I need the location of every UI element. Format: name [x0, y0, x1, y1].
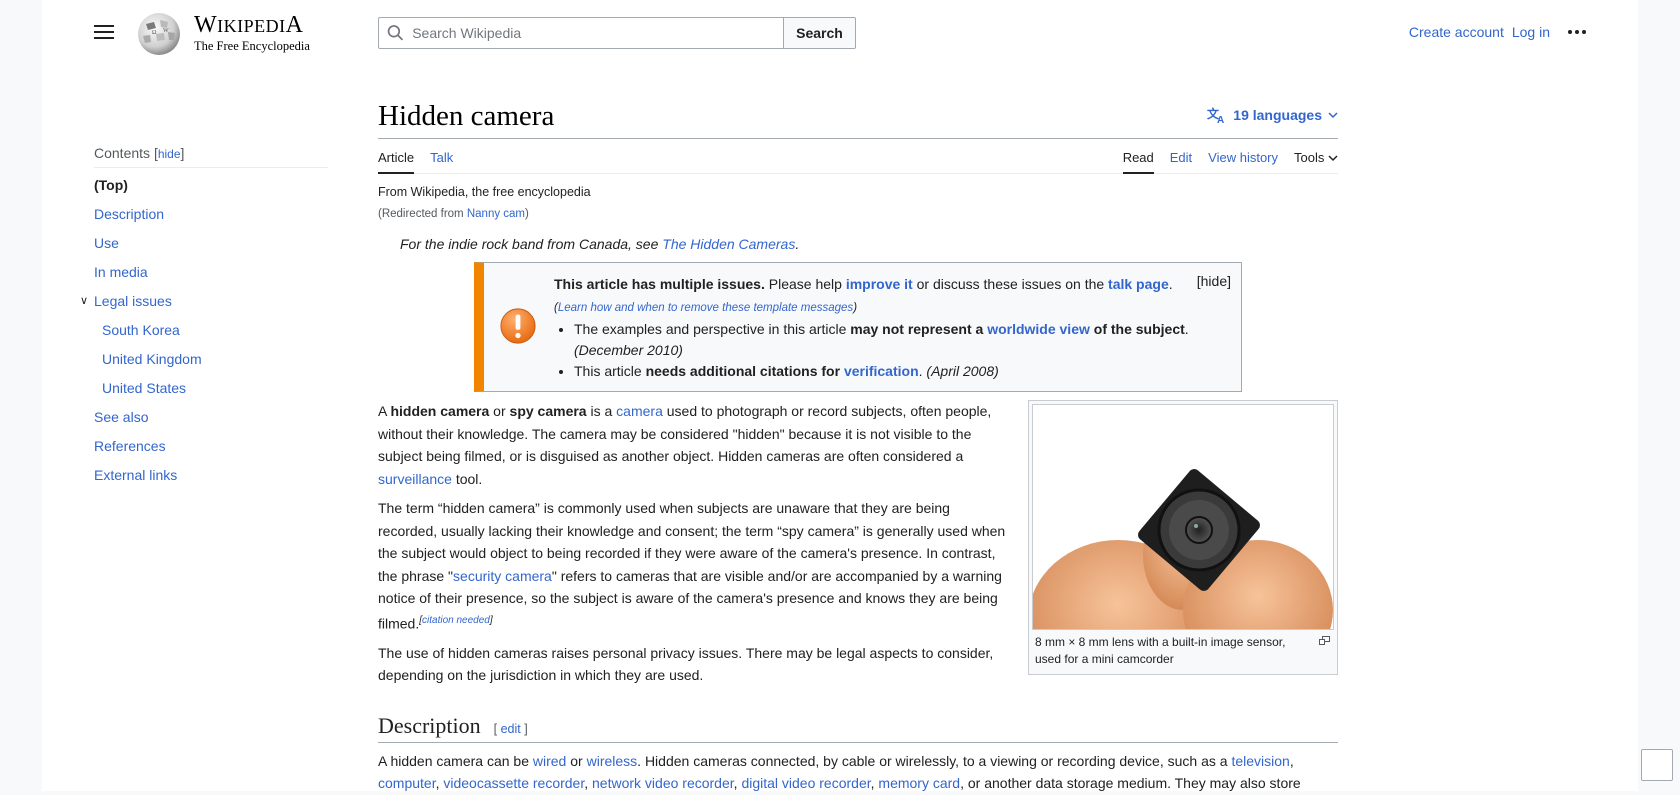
camera-link[interactable]: camera — [616, 403, 663, 419]
tab-view-history[interactable]: View history — [1208, 139, 1278, 174]
enlarge-icon[interactable] — [1319, 636, 1330, 645]
page-title: Hidden camera — [378, 100, 555, 132]
camera-image[interactable] — [1032, 404, 1334, 630]
scroll-to-top-button[interactable] — [1641, 749, 1673, 781]
more-options-icon[interactable] — [1568, 30, 1586, 34]
main-content: Hidden camera 文 A 19 languages Article T… — [378, 90, 1338, 795]
svg-text:W: W — [163, 28, 169, 34]
site-tagline: From Wikipedia, the free encyclopedia — [378, 185, 591, 199]
warning-icon — [500, 308, 536, 344]
wordmark-title: WIKIPEDIA — [194, 12, 304, 38]
wireless-link[interactable]: wireless — [587, 753, 638, 769]
search-icon — [387, 25, 404, 41]
intro-paragraph: A hidden camera or spy camera is a camer… — [378, 403, 992, 487]
toc-item-south-korea[interactable]: South Korea — [102, 322, 180, 338]
search-field[interactable] — [378, 17, 784, 49]
search-button[interactable]: Search — [784, 17, 856, 49]
toc-title: Contents [hide] — [94, 145, 328, 168]
tab-talk[interactable]: Talk — [430, 139, 453, 174]
hatnote: For the indie rock band from Canada, see… — [400, 236, 800, 252]
thumbnail-caption: 8 mm × 8 mm lens with a built-in image s… — [1032, 630, 1334, 668]
toc-item-references[interactable]: References — [94, 438, 166, 454]
redirect-note: (Redirected from Nanny cam) — [378, 208, 529, 220]
tab-edit[interactable]: Edit — [1170, 139, 1192, 174]
memory-card-link[interactable]: memory card — [878, 775, 960, 791]
main-menu-button[interactable] — [94, 22, 114, 40]
computer-link[interactable]: computer — [378, 775, 436, 791]
section-heading-description: Description [ edit ] — [378, 713, 1338, 743]
create-account-link[interactable]: Create account — [1409, 24, 1504, 40]
toc-item-top[interactable]: (Top) — [94, 171, 328, 200]
wikipedia-globe-logo[interactable]: Ω W — [134, 10, 184, 56]
citation-needed: [citation needed] — [419, 614, 493, 626]
log-in-link[interactable]: Log in — [1512, 24, 1550, 40]
network-video-recorder-link[interactable]: network video recorder — [592, 775, 734, 791]
chevron-down-icon[interactable]: ∨ — [80, 287, 88, 316]
verification-link[interactable]: verification — [844, 363, 919, 379]
search-form: Search — [378, 17, 856, 49]
wired-link[interactable]: wired — [533, 753, 566, 769]
hamburger-icon — [94, 25, 114, 27]
search-input[interactable] — [404, 24, 783, 42]
toc-item-united-states[interactable]: United States — [102, 380, 186, 396]
toc-item-see-also[interactable]: See also — [94, 409, 148, 425]
svg-text:A: A — [1217, 115, 1224, 124]
toc-item-in-media[interactable]: In media — [94, 264, 148, 280]
surveillance-link[interactable]: surveillance — [378, 471, 452, 487]
user-links: Create account Log in — [1401, 24, 1586, 40]
tab-read[interactable]: Read — [1122, 139, 1154, 174]
improve-it-link[interactable]: improve it — [846, 276, 913, 292]
multiple-issues-box: This article has multiple issues. Please… — [474, 262, 1242, 392]
issue-item: This article needs additional citations … — [574, 361, 1201, 382]
toc-item-united-kingdom[interactable]: United Kingdom — [102, 351, 202, 367]
toc-item-external-links[interactable]: External links — [94, 467, 177, 483]
issue-item: The examples and perspective in this art… — [574, 319, 1201, 361]
table-of-contents: Contents [hide] (Top) Description Use In… — [80, 145, 328, 490]
chevron-down-icon — [1328, 155, 1338, 162]
language-button[interactable]: 文 A 19 languages — [1207, 106, 1338, 124]
description-paragraph: A hidden camera can be wired or wireless… — [378, 752, 1301, 792]
ambox-hide-button[interactable]: [hide] — [1197, 273, 1231, 289]
toc-hide-link[interactable]: hide — [158, 147, 181, 161]
article-body: 8 mm × 8 mm lens with a built-in image s… — [378, 400, 1338, 795]
toc-item-legal-issues[interactable]: Legal issues — [94, 293, 172, 309]
tools-dropdown[interactable]: Tools — [1294, 139, 1338, 174]
section-edit-link[interactable]: edit — [501, 722, 521, 736]
redirect-link[interactable]: Nanny cam — [467, 208, 525, 220]
thumbnail-figure: 8 mm × 8 mm lens with a built-in image s… — [1028, 400, 1338, 675]
tab-article[interactable]: Article — [378, 139, 415, 174]
toc-item-description[interactable]: Description — [94, 206, 164, 222]
worldwide-view-link[interactable]: worldwide view — [987, 321, 1090, 337]
learn-more-link[interactable]: Learn how and when to remove these templ… — [558, 302, 853, 314]
security-camera-link[interactable]: security camera — [453, 568, 552, 584]
svg-text:Ω: Ω — [152, 30, 157, 36]
section-edit: [ edit ] — [493, 721, 528, 736]
toc-item-use[interactable]: Use — [94, 235, 119, 251]
citation-needed-link[interactable]: citation needed — [422, 615, 490, 626]
translate-icon: 文 A — [1207, 106, 1224, 124]
wikipedia-wordmark[interactable]: WIKIPEDIA The Free Encyclopedia — [194, 13, 310, 53]
term-paragraph: The term “hidden camera” is commonly use… — [378, 500, 1006, 632]
privacy-paragraph: The use of hidden cameras raises persona… — [378, 644, 994, 684]
digital-video-recorder-link[interactable]: digital video recorder — [741, 775, 870, 791]
talk-page-link[interactable]: talk page — [1108, 276, 1169, 292]
television-link[interactable]: television — [1231, 753, 1289, 769]
wordmark-tagline: The Free Encyclopedia — [194, 39, 310, 53]
page: Ω W WIKIPEDIA The Free Encyclopedia Sear… — [42, 0, 1638, 791]
hatnote-link[interactable]: The Hidden Cameras — [662, 236, 795, 252]
chevron-down-icon — [1328, 112, 1338, 119]
videocassette-recorder-link[interactable]: videocassette recorder — [443, 775, 584, 791]
